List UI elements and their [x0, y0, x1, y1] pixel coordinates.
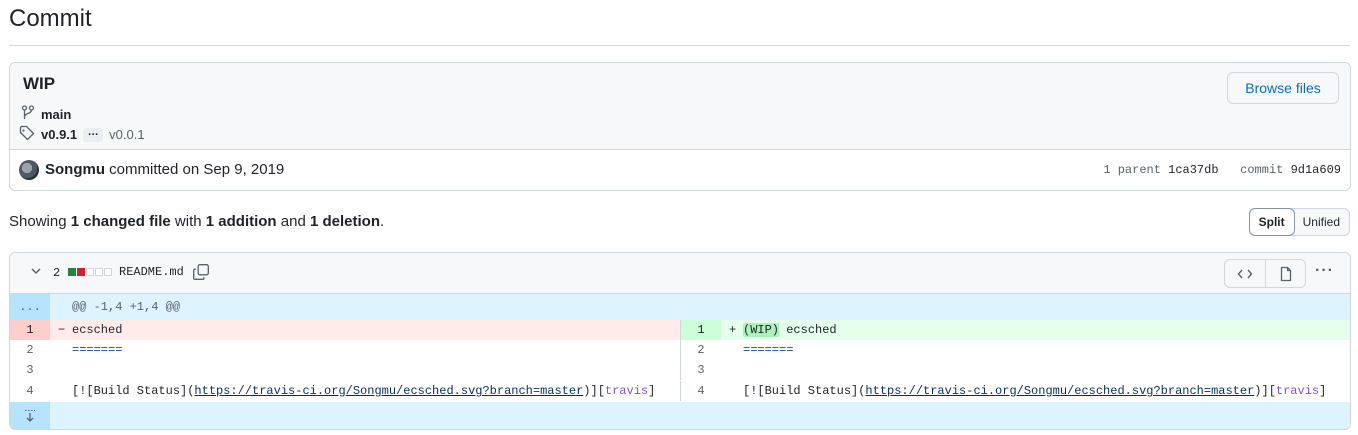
tags-expand-button[interactable]: … [83, 126, 104, 142]
copy-icon[interactable] [192, 263, 210, 284]
parent-sha-link[interactable]: 1ca37db [1168, 163, 1218, 177]
diffstat-neutral-block [95, 268, 103, 276]
line-text: ] [648, 384, 656, 398]
tag-row: v0.9.1 … v0.0.1 [19, 125, 145, 144]
hunk-header: @@ -1,4 +1,4 @@ [72, 300, 181, 314]
parent-label: 1 parent [1103, 163, 1161, 177]
summary-files: 1 changed file [70, 213, 171, 230]
context-line: 3 [10, 360, 681, 380]
context-line: 2 ======= [10, 340, 681, 360]
expand-up-button[interactable]: ... [10, 294, 50, 320]
tag-icon [19, 125, 35, 144]
diffstat-neutral-block [86, 268, 94, 276]
code-url: https://travis-ci.org/Songmu/ecsched.svg… [865, 384, 1255, 398]
commit-message: WIP [23, 74, 56, 93]
unfold-down-icon[interactable] [10, 402, 50, 429]
summary-and: and [276, 213, 310, 230]
page-title: Commit [9, 5, 92, 32]
line-code: − ecsched [58, 320, 122, 340]
summary-deletions: 1 deletion [309, 213, 380, 230]
summary-prefix: Showing [9, 213, 71, 230]
kebab-horizontal-icon[interactable]: ··· [1315, 262, 1334, 280]
commit-author-row: Songmu committed on Sep 9, 2019 1 parent… [10, 150, 1350, 190]
branch-row: main [21, 105, 71, 124]
code-ref: travis [604, 384, 649, 398]
diffstat-blocks [68, 268, 112, 276]
context-line: 4 [![Build Status](https://travis-ci.org… [681, 381, 1350, 401]
tag-link-first[interactable]: v0.9.1 [41, 127, 77, 142]
diff-line-row: 4 [![Build Status](https://travis-ci.org… [10, 381, 1350, 401]
diff-summary: Showing 1 changed file with 1 addition a… [9, 213, 384, 230]
commit-label: commit [1240, 163, 1284, 177]
hunk-header-row: ... @@ -1,4 +1,4 @@ [10, 294, 1350, 320]
commit-summary-panel: WIP Browse files main v0.9.1 … v0.0.1 [10, 63, 1350, 150]
browse-files-button[interactable]: Browse files [1227, 72, 1339, 104]
code-ref: travis [1275, 384, 1320, 398]
line-text: ecsched [779, 323, 837, 337]
line-number[interactable]: 3 [681, 360, 721, 380]
line-text: ecsched [72, 323, 123, 337]
line-number[interactable]: 4 [10, 381, 50, 401]
line-text: ] [1319, 384, 1327, 398]
line-text: )][ [1254, 384, 1276, 398]
line-number[interactable]: 4 [681, 381, 721, 401]
file-view-buttons [1224, 259, 1306, 288]
unified-view-button[interactable]: Unified [1294, 209, 1349, 235]
line-number[interactable]: 3 [10, 360, 50, 380]
diffstat-addition-block [68, 268, 76, 276]
committed-date: committed on Sep 9, 2019 [109, 161, 285, 178]
line-text: [![Build Status]( [743, 384, 866, 398]
line-code: [![Build Status](https://travis-ci.org/S… [72, 381, 655, 401]
summary-with: with [170, 213, 206, 230]
commit-meta: 1 parent 1ca37db commit 9d1a609 [1103, 163, 1341, 177]
diff-line-row: 1 − ecsched 1 + (WIP) ecsched [10, 320, 1350, 340]
code-url: https://travis-ci.org/Songmu/ecsched.svg… [194, 384, 584, 398]
line-number[interactable]: 2 [10, 340, 50, 360]
line-number[interactable]: 1 [10, 320, 50, 340]
diffstat-deletion-block [77, 268, 85, 276]
line-code: [![Build Status](https://travis-ci.org/S… [743, 381, 1326, 401]
diff-line-row: 2 ======= 2 ======= [10, 340, 1350, 360]
code-icon[interactable] [1225, 260, 1265, 287]
file-diff: 2 README.md ··· ... @@ -1,4 +1,4 @@ 1 − e… [9, 252, 1351, 430]
author-avatar[interactable] [19, 160, 39, 180]
context-line: 2 ======= [681, 340, 1350, 360]
branch-link[interactable]: main [41, 107, 71, 122]
line-number[interactable]: 1 [681, 320, 721, 340]
line-sign: − [58, 323, 66, 337]
diff-view-toggle: Split Unified [1248, 208, 1350, 236]
line-text: [![Build Status]( [72, 384, 195, 398]
file-change-count: 2 [53, 266, 61, 280]
line-sign: + [729, 323, 737, 337]
diffstat-neutral-block [104, 268, 112, 276]
title-divider [9, 45, 1350, 46]
file-diff-header: 2 README.md ··· [10, 253, 1350, 294]
git-branch-icon [21, 105, 35, 124]
line-number[interactable]: 2 [681, 340, 721, 360]
split-view-button[interactable]: Split [1248, 208, 1295, 236]
commit-header: WIP Browse files main v0.9.1 … v0.0.1 So… [9, 62, 1351, 191]
line-text: )][ [583, 384, 605, 398]
tag-link-last[interactable]: v0.0.1 [109, 127, 144, 142]
expand-row [10, 402, 1350, 429]
commit-sha: 9d1a609 [1290, 163, 1341, 177]
highlighted-addition: (WIP) [743, 323, 780, 337]
context-line: 4 [![Build Status](https://travis-ci.org… [10, 381, 681, 401]
file-icon[interactable] [1265, 260, 1305, 287]
line-text: ======= [72, 343, 123, 357]
summary-additions: 1 addition [205, 213, 277, 230]
summary-end: . [380, 213, 385, 230]
author-link[interactable]: Songmu [45, 161, 105, 178]
deleted-line: 1 − ecsched [10, 320, 681, 340]
context-line: 3 [681, 360, 1350, 380]
line-code: + (WIP) ecsched [729, 320, 837, 340]
diff-line-row: 3 3 [10, 360, 1350, 380]
line-text: ======= [743, 343, 794, 357]
author-line: Songmu committed on Sep 9, 2019 [45, 161, 284, 178]
chevron-down-icon[interactable] [30, 265, 42, 280]
file-name-link[interactable]: README.md [119, 265, 184, 279]
added-line: 1 + (WIP) ecsched [681, 320, 1350, 340]
